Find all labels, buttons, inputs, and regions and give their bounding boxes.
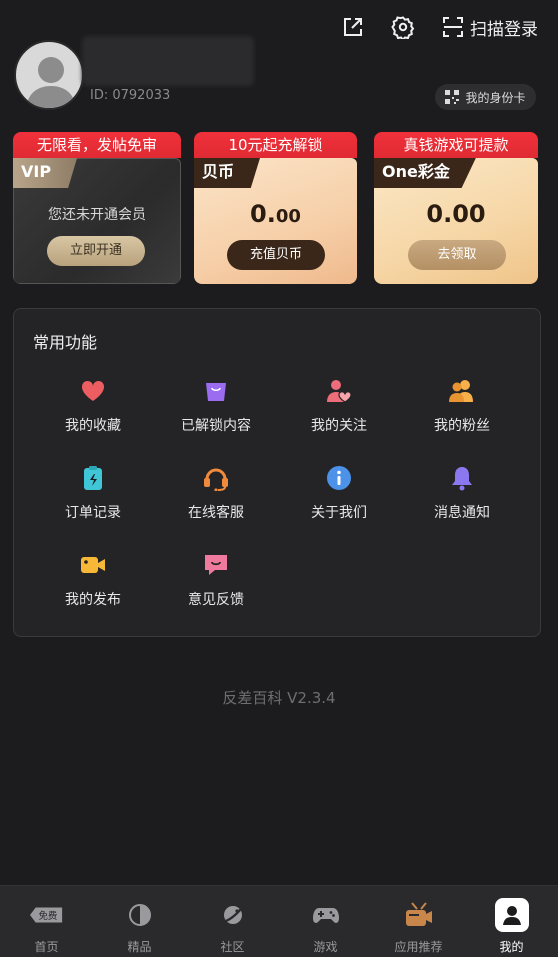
nav-home[interactable]: 免费 首页	[0, 886, 93, 957]
func-orders[interactable]: 订单记录	[31, 464, 155, 534]
nav-featured[interactable]: 精品	[93, 886, 186, 957]
top-bar: 扫描登录	[340, 12, 538, 42]
user-id: ID: 0792033	[90, 88, 171, 103]
one-tag: One彩金	[374, 158, 476, 188]
gamepad-icon	[309, 898, 343, 932]
bottom-nav: 免费 首页 精品 社区 游戏 应用推荐 我的	[0, 885, 558, 957]
vip-card[interactable]: 无限看，发帖免审 VIP 您还未开通会员 立即开通	[13, 132, 181, 284]
scan-login-button[interactable]: 扫描登录	[440, 14, 538, 40]
info-icon	[325, 464, 353, 492]
bell-icon	[448, 464, 476, 492]
avatar[interactable]	[14, 40, 84, 110]
coin-tag: 贝币	[194, 158, 261, 188]
feedback-icon	[202, 551, 230, 579]
common-functions-panel: 常用功能 我的收藏 已解锁内容 我的关注 我的粉丝 订单记录 在线客服 关于我们…	[13, 308, 541, 637]
qr-code-icon	[445, 90, 460, 104]
coin-card[interactable]: 10元起充解锁 贝币 0.00 充值贝币	[194, 132, 357, 284]
vip-banner: 无限看，发帖免审	[13, 132, 181, 158]
bag-icon	[202, 377, 230, 405]
claim-bonus-button[interactable]: 去领取	[408, 240, 506, 270]
func-fans[interactable]: 我的粉丝	[400, 377, 524, 447]
half-circle-icon	[123, 898, 157, 932]
one-bonus-card[interactable]: 真钱游戏可提款 One彩金 0.00 去领取	[374, 132, 538, 284]
vip-card-body: VIP 您还未开通会员 立即开通	[13, 158, 181, 284]
heart-icon	[79, 377, 107, 405]
coin-banner: 10元起充解锁	[194, 132, 357, 158]
func-following[interactable]: 我的关注	[277, 377, 401, 447]
func-favorites[interactable]: 我的收藏	[31, 377, 155, 447]
user-icon	[494, 898, 529, 932]
recharge-coin-button[interactable]: 充值贝币	[227, 240, 325, 270]
coin-card-body: 贝币 0.00 充值贝币	[194, 158, 357, 284]
free-tag-icon: 免费	[29, 898, 64, 932]
fans-icon	[448, 377, 476, 405]
follow-icon	[325, 377, 353, 405]
func-feedback[interactable]: 意见反馈	[154, 551, 278, 621]
nav-community[interactable]: 社区	[186, 886, 279, 957]
scan-login-label: 扫描登录	[470, 19, 538, 40]
gear-icon[interactable]	[390, 14, 416, 40]
projector-icon	[402, 898, 436, 932]
func-notifications[interactable]: 消息通知	[400, 464, 524, 534]
id-card-label: 我的身份卡	[465, 90, 526, 105]
nav-mine[interactable]: 我的	[465, 886, 558, 957]
func-about[interactable]: 关于我们	[277, 464, 401, 534]
headset-icon	[202, 464, 230, 492]
vip-message: 您还未开通会员	[48, 207, 146, 223]
external-link-icon[interactable]	[340, 14, 366, 40]
id-card-button[interactable]: 我的身份卡	[435, 84, 536, 110]
username-blurred	[82, 36, 254, 86]
nav-games[interactable]: 游戏	[279, 886, 372, 957]
planet-icon	[216, 898, 250, 932]
video-camera-icon	[79, 551, 107, 579]
coin-amount: 0.00	[250, 200, 301, 228]
one-amount: 0.00	[426, 200, 486, 228]
open-vip-button[interactable]: 立即开通	[47, 236, 145, 266]
app-version: 反差百科 V2.3.4	[222, 689, 336, 707]
vip-tag: VIP	[13, 158, 78, 188]
scan-icon	[440, 14, 466, 40]
free-badge-text: 免费	[38, 910, 57, 922]
nav-app-recommend[interactable]: 应用推荐	[372, 886, 465, 957]
panel-title: 常用功能	[33, 333, 98, 352]
func-unlocked[interactable]: 已解锁内容	[154, 377, 278, 447]
func-my-posts[interactable]: 我的发布	[31, 551, 155, 621]
order-icon	[79, 464, 107, 492]
func-support[interactable]: 在线客服	[154, 464, 278, 534]
one-card-body: One彩金 0.00 去领取	[374, 158, 538, 284]
one-banner: 真钱游戏可提款	[374, 132, 538, 158]
